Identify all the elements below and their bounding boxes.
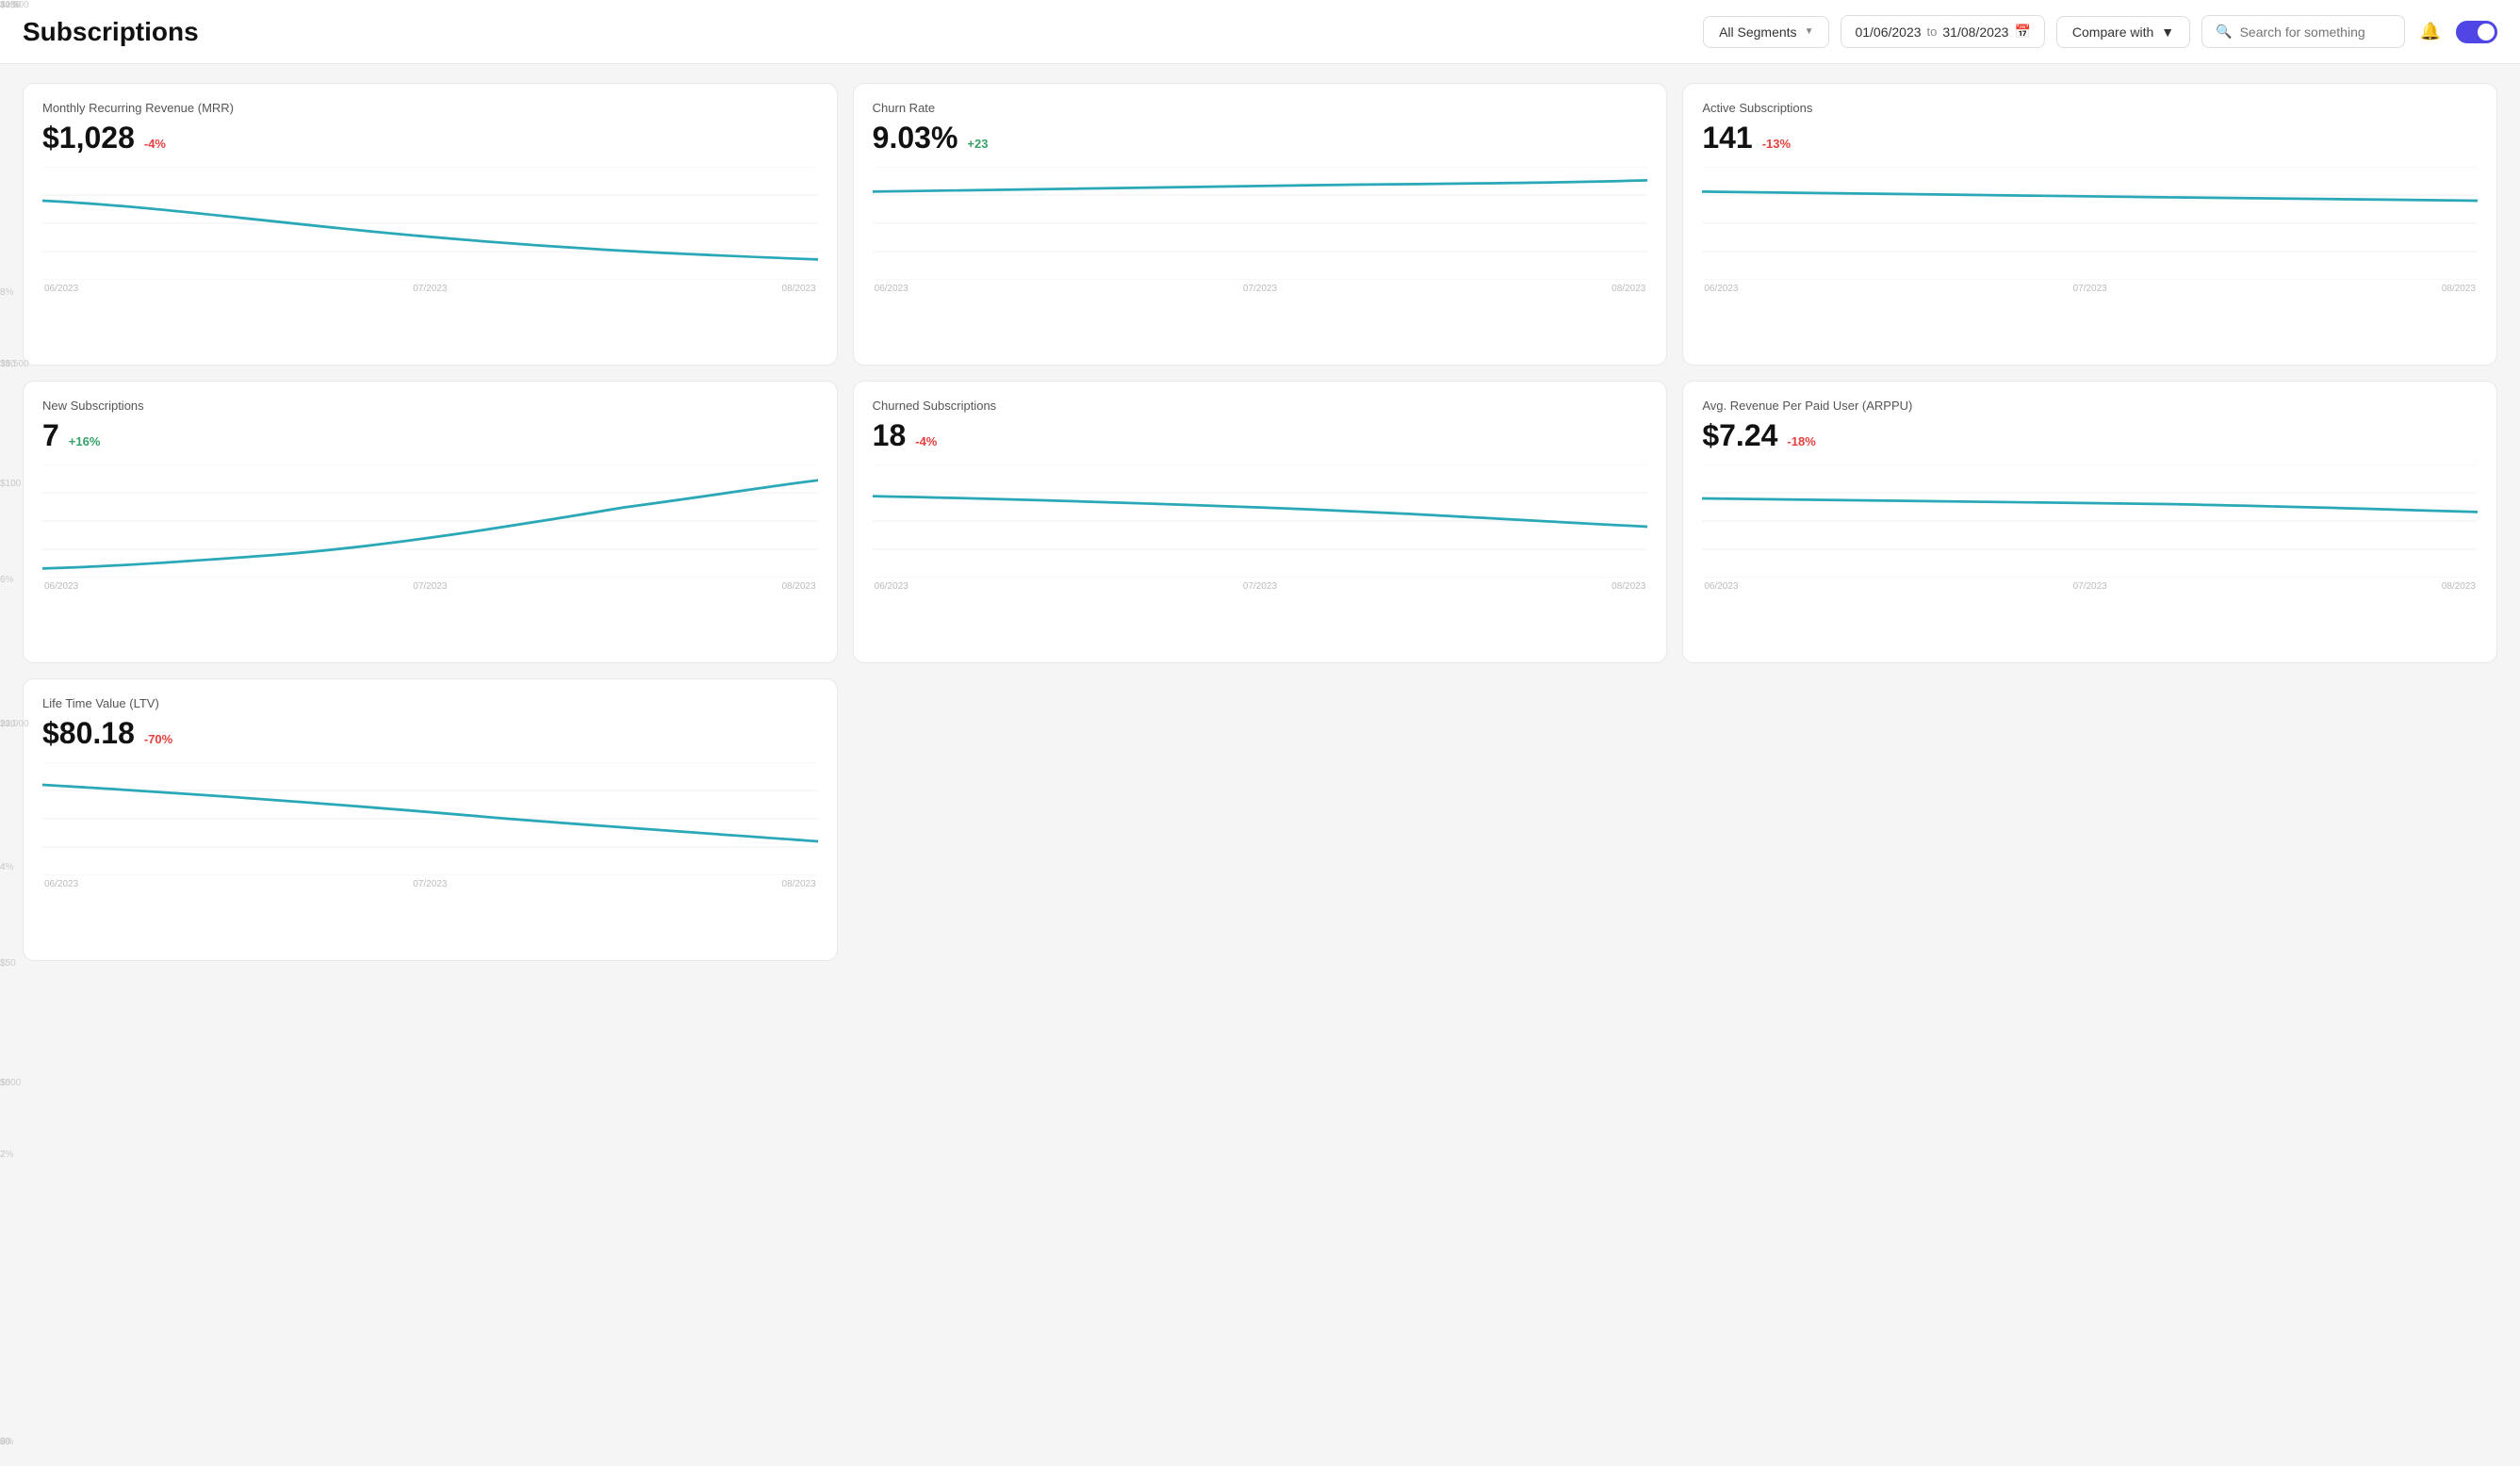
compare-label: Compare with <box>2072 24 2153 40</box>
date-separator: to <box>1927 24 1938 39</box>
card-churned_subs: Churned Subscriptions 18 -4% 403020100 0… <box>853 381 1668 663</box>
card-title-active_subs: Active Subscriptions <box>1702 101 2478 115</box>
calendar-icon: 📅 <box>2014 24 2030 40</box>
card-title-mrr: Monthly Recurring Revenue (MRR) <box>42 101 818 115</box>
bottom-cards-grid: Life Time Value (LTV) $80.18 -70% $150$1… <box>23 678 2497 961</box>
chart-churned_subs <box>873 464 1648 578</box>
page-title: Subscriptions <box>23 17 199 47</box>
x-axis-churned_subs: 06/202307/202308/2023 <box>873 581 1648 592</box>
header-controls: All Segments ▼ 01/06/2023 to 31/08/2023 … <box>1703 15 2497 48</box>
card-mrr: Monthly Recurring Revenue (MRR) $1,028 -… <box>23 83 838 366</box>
card-badge-churn: +23 <box>967 137 988 151</box>
card-title-new_subs: New Subscriptions <box>42 399 818 413</box>
app-header: Subscriptions All Segments ▼ 01/06/2023 … <box>0 0 2520 64</box>
card-value-row-arppu: $7.24 -18% <box>1702 418 2478 453</box>
card-arppu: Avg. Revenue Per Paid User (ARPPU) $7.24… <box>1682 381 2497 663</box>
top-cards-grid: Monthly Recurring Revenue (MRR) $1,028 -… <box>23 83 2497 663</box>
chart-ltv <box>42 762 818 875</box>
chart-churn <box>873 167 1648 280</box>
card-value-arppu: $7.24 <box>1702 418 1777 453</box>
card-title-churned_subs: Churned Subscriptions <box>873 399 1648 413</box>
chart-new_subs <box>42 464 818 578</box>
chart-arppu <box>1702 464 2478 578</box>
main-content: Monthly Recurring Revenue (MRR) $1,028 -… <box>0 64 2520 980</box>
x-axis-new_subs: 06/202307/202308/2023 <box>42 581 818 592</box>
x-axis-mrr: 06/202307/202308/2023 <box>42 284 818 294</box>
date-range-picker[interactable]: 01/06/2023 to 31/08/2023 📅 <box>1841 15 2044 48</box>
chevron-down-icon: ▼ <box>1805 26 1814 37</box>
card-active_subs: Active Subscriptions 141 -13% 2001501005… <box>1682 83 2497 366</box>
card-value-row-new_subs: 7 +16% <box>42 418 818 453</box>
card-badge-active_subs: -13% <box>1762 137 1791 151</box>
card-value-row-churned_subs: 18 -4% <box>873 418 1648 453</box>
card-value-row-ltv: $80.18 -70% <box>42 716 818 751</box>
compare-dropdown[interactable]: Compare with ▼ <box>2056 16 2190 48</box>
chart-mrr <box>42 167 818 280</box>
card-value-churn: 9.03% <box>873 121 958 155</box>
segment-label: All Segments <box>1719 24 1796 40</box>
card-badge-churned_subs: -4% <box>915 434 937 448</box>
segment-dropdown[interactable]: All Segments ▼ <box>1703 16 1829 48</box>
card-value-row-active_subs: 141 -13% <box>1702 121 2478 155</box>
x-axis-arppu: 06/202307/202308/2023 <box>1702 581 2478 592</box>
date-to: 31/08/2023 <box>1942 24 2008 40</box>
card-value-new_subs: 7 <box>42 418 59 453</box>
card-badge-mrr: -4% <box>144 137 166 151</box>
x-axis-ltv: 06/202307/202308/2023 <box>42 879 818 889</box>
card-title-churn: Churn Rate <box>873 101 1648 115</box>
card-value-active_subs: 141 <box>1702 121 1752 155</box>
card-value-row-mrr: $1,028 -4% <box>42 121 818 155</box>
card-title-ltv: Life Time Value (LTV) <box>42 696 818 710</box>
x-axis-active_subs: 06/202307/202308/2023 <box>1702 284 2478 294</box>
card-new_subs: New Subscriptions 7 +16% 1086420 06/2023… <box>23 381 838 663</box>
card-title-arppu: Avg. Revenue Per Paid User (ARPPU) <box>1702 399 2478 413</box>
card-badge-arppu: -18% <box>1787 434 1815 448</box>
card-ltv: Life Time Value (LTV) $80.18 -70% $150$1… <box>23 678 838 961</box>
card-churn: Churn Rate 9.03% +23 10%8%6%4%2%0% 06/20… <box>853 83 1668 366</box>
y-axis-ltv: $150$100$50$0 <box>0 0 34 1447</box>
search-input[interactable] <box>2240 24 2391 40</box>
card-value-churned_subs: 18 <box>873 418 907 453</box>
card-badge-ltv: -70% <box>144 732 172 746</box>
theme-toggle[interactable] <box>2456 21 2497 43</box>
search-box: 🔍 <box>2201 15 2404 48</box>
chart-active_subs <box>1702 167 2478 280</box>
notification-bell-icon[interactable]: 🔔 <box>2416 18 2445 45</box>
x-axis-churn: 06/202307/202308/2023 <box>873 284 1648 294</box>
card-value-ltv: $80.18 <box>42 716 135 751</box>
search-icon: 🔍 <box>2216 24 2232 40</box>
chevron-down-icon: ▼ <box>2161 24 2174 40</box>
card-value-row-churn: 9.03% +23 <box>873 121 1648 155</box>
card-value-mrr: $1,028 <box>42 121 135 155</box>
date-from: 01/06/2023 <box>1855 24 1921 40</box>
card-badge-new_subs: +16% <box>69 434 101 448</box>
